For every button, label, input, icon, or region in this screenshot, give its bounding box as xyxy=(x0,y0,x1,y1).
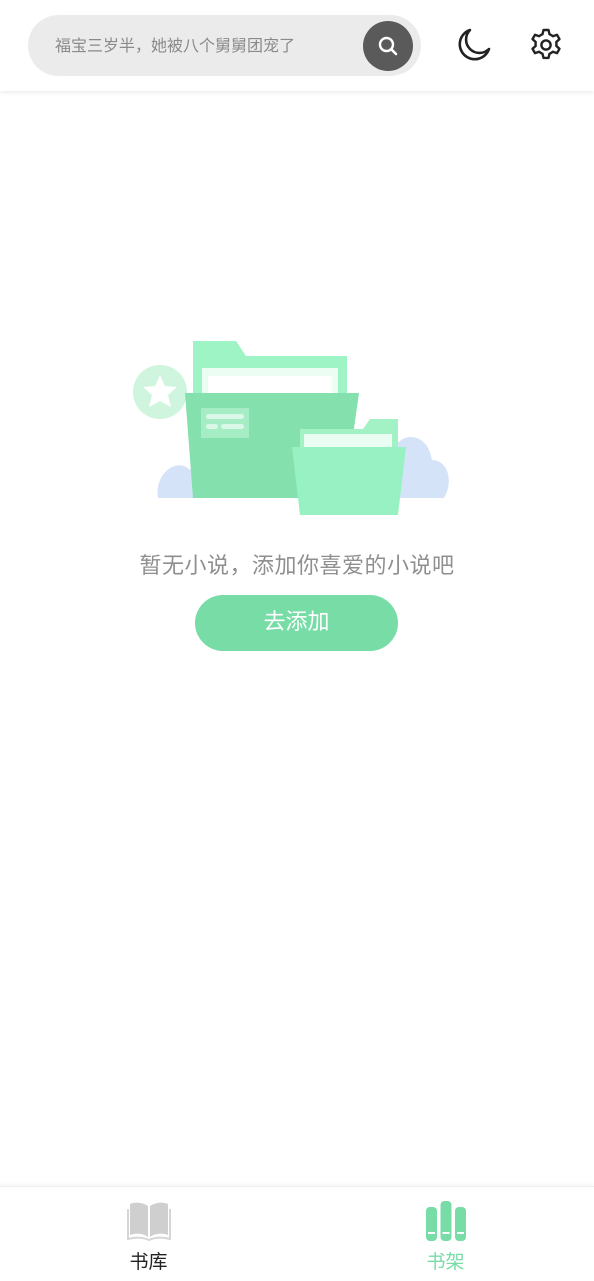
search-button[interactable] xyxy=(363,21,413,71)
nav-label-bookshelf: 书架 xyxy=(426,1251,465,1273)
empty-state-message: 暂无小说，添加你喜爱的小说吧 xyxy=(139,554,455,579)
search-placeholder[interactable]: 福宝三岁半，她被八个舅舅团宠了 xyxy=(55,15,295,76)
search-icon xyxy=(378,36,398,56)
bookshelf-icon xyxy=(425,1201,466,1241)
open-book-icon xyxy=(126,1202,171,1242)
search-bar[interactable]: 福宝三岁半，她被八个舅舅团宠了 xyxy=(28,15,421,76)
nav-item-library[interactable]: 书库 xyxy=(0,1187,297,1281)
bottom-nav: 书库 书架 xyxy=(0,1186,594,1281)
night-mode-button[interactable] xyxy=(455,26,493,64)
moon-icon xyxy=(458,28,491,61)
add-novel-button[interactable]: 去添加 xyxy=(195,595,398,651)
empty-folder-illustration xyxy=(133,341,449,515)
nav-item-bookshelf[interactable]: 书架 xyxy=(297,1187,594,1281)
gear-icon xyxy=(531,28,561,60)
top-bar: 福宝三岁半，她被八个舅舅团宠了 xyxy=(0,0,594,91)
nav-label-library: 书库 xyxy=(129,1251,168,1273)
settings-button[interactable] xyxy=(527,26,565,64)
